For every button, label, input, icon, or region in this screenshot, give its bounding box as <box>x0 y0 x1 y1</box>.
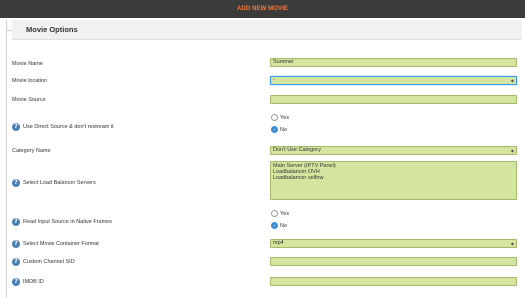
custom-sid-input[interactable] <box>270 257 517 266</box>
radio-button-selected[interactable] <box>271 126 278 133</box>
movie-name-label: Movie Name <box>12 59 43 69</box>
radio-button-selected[interactable] <box>271 222 278 229</box>
movie-location-label: Movie location <box>12 76 47 86</box>
radio-label: Yes <box>280 210 289 217</box>
radio-label: No <box>280 126 288 133</box>
movie-location-label-text: Movie location <box>12 78 48 84</box>
movie-source-input[interactable] <box>270 95 517 104</box>
direct-source-radio-no[interactable]: No <box>271 126 287 133</box>
custom-sid-label-text: Custom Channel SID <box>23 259 75 265</box>
movie-name-input[interactable]: Summer <box>270 58 517 67</box>
container-format-label: ? Select Movie Container Format <box>12 239 99 249</box>
imdb-id-label: ? IMDB ID <box>12 277 44 287</box>
direct-source-label-text: Use Direct Source & don't restream it <box>23 124 114 130</box>
question-circle-icon[interactable]: ? <box>12 218 20 226</box>
radio-button[interactable] <box>271 210 278 217</box>
imdb-id-label-text: IMDB ID <box>23 279 44 285</box>
movie-source-label: Movie Source <box>12 95 46 105</box>
native-frames-label: ? Read Input Source in Native Frames <box>12 217 112 227</box>
imdb-id-input[interactable] <box>270 277 517 286</box>
radio-button[interactable] <box>271 114 278 121</box>
movie-name-label-text: Movie Name <box>12 61 43 67</box>
load-balancer-label-text: Select Load Balancer Servers <box>23 180 96 186</box>
container-format-label-text: Select Movie Container Format <box>23 241 99 247</box>
question-circle-icon[interactable]: ? <box>12 179 20 187</box>
panel-title: Movie Options <box>26 25 78 34</box>
category-select[interactable]: Don't Use Category <box>270 146 517 155</box>
question-circle-icon[interactable]: ? <box>12 278 20 286</box>
load-balancer-label: ? Select Load Balancer Servers <box>12 178 96 188</box>
question-circle-icon[interactable]: ? <box>12 258 20 266</box>
direct-source-label: ? Use Direct Source & don't restream it <box>12 122 114 132</box>
category-name-label-text: Category Name <box>12 148 51 154</box>
movie-source-label-text: Movie Source <box>12 97 46 103</box>
radio-label: Yes <box>280 114 289 121</box>
container-format-select[interactable]: mp4 <box>270 239 517 248</box>
native-frames-radio-no[interactable]: No <box>271 222 287 229</box>
panel-header: Movie Options <box>12 20 522 40</box>
radio-label: No <box>280 222 288 229</box>
native-frames-label-text: Read Input Source in Native Frames <box>23 219 112 225</box>
top-bar: ADD NEW MOVIE <box>0 0 525 18</box>
movie-location-select[interactable]: - <box>270 76 517 85</box>
custom-sid-label: ? Custom Channel SID <box>12 257 75 267</box>
native-frames-radio-yes[interactable]: Yes <box>271 210 289 217</box>
question-circle-icon[interactable]: ? <box>12 240 20 248</box>
direct-source-radio-yes[interactable]: Yes <box>271 114 289 121</box>
load-balancer-multiselect[interactable]: Main Server (IPTV Panel) Loadbalancer OV… <box>270 161 517 200</box>
panel-border <box>6 20 7 298</box>
question-circle-icon[interactable]: ? <box>12 123 20 131</box>
load-balancer-option[interactable]: Loadbalancer selfow <box>273 175 516 181</box>
category-name-label: Category Name <box>12 146 51 156</box>
add-new-movie-button[interactable]: ADD NEW MOVIE <box>0 0 525 18</box>
